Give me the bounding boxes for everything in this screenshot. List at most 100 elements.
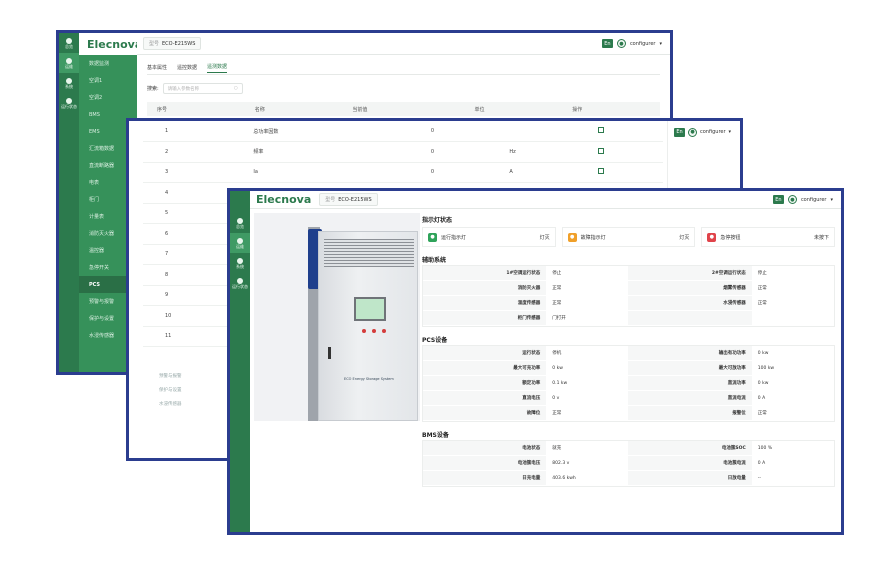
field-value: 0 A — [751, 456, 834, 470]
indicator-value: 未按下 — [814, 234, 830, 241]
status-field: 直流电流 0 A — [628, 391, 834, 406]
user-name[interactable]: configurer — [630, 41, 656, 47]
rail-item[interactable]: 运行状态 — [230, 273, 250, 293]
device-tab-name: ECO-E215WS — [162, 41, 196, 47]
user-name[interactable]: configurer — [801, 197, 827, 203]
cabinet-vent — [324, 239, 414, 267]
sidebar-item[interactable]: 空调2 — [79, 89, 137, 106]
row-action[interactable] — [575, 121, 663, 142]
cabinet-screen — [354, 297, 386, 321]
edit-icon[interactable] — [597, 147, 604, 154]
edit-icon[interactable] — [597, 127, 604, 133]
sidebar-item[interactable]: 保护与设置 — [129, 383, 229, 397]
status-field: 额定功率 0.1 kw — [423, 376, 629, 391]
overview-icon — [66, 37, 72, 44]
status-field — [628, 311, 834, 326]
device-tab-name: ECO-E215WS — [338, 197, 372, 203]
row-value: 0 — [408, 162, 488, 183]
field-value: 0 kw — [751, 376, 834, 390]
rail-item[interactable]: 系统 — [230, 253, 250, 273]
sidebar-item[interactable]: 预警与报警 — [129, 369, 229, 383]
tab[interactable]: 遥测数据 — [207, 63, 228, 73]
field-value: 0 kw — [546, 361, 629, 375]
status-field: 最大可充功率 0 kw — [423, 361, 629, 376]
field-value: 正常 — [546, 281, 629, 295]
brand-logo: Elecnova — [256, 193, 312, 206]
row-action[interactable] — [575, 141, 663, 163]
rail-item[interactable]: 运行状态 — [59, 93, 79, 113]
row-unit: Hz — [487, 141, 576, 163]
rail-item[interactable]: 总览 — [230, 213, 250, 233]
row-number: 3 — [143, 162, 232, 183]
user-area: En ● configurer ▾ — [601, 39, 670, 48]
language-button[interactable]: En — [674, 127, 685, 137]
chevron-down-icon[interactable]: ▾ — [830, 197, 833, 203]
field-label: 故障位 — [526, 411, 541, 416]
field-label: 柜门传感器 — [517, 316, 541, 321]
sidebar-item[interactable]: 水浸传感器 — [129, 397, 229, 411]
row-action[interactable] — [575, 162, 663, 183]
status-field: 直流电压 0 v — [423, 391, 629, 406]
table-row: 1 总功率因数 0 — [143, 121, 663, 142]
table-row: 3 Ia 0 A — [143, 162, 663, 183]
sidebar-item[interactable]: 数据监测 — [79, 55, 137, 72]
field-value: 802.3 v — [546, 456, 629, 470]
rail-item-label: 运行状态 — [232, 283, 248, 289]
user-name[interactable]: configurer — [700, 129, 726, 135]
field-value — [751, 311, 834, 325]
ops-icon — [66, 57, 72, 64]
user-icon[interactable]: ● — [688, 127, 697, 137]
user-icon[interactable]: ● — [616, 39, 626, 48]
field-value: 0 A — [751, 391, 834, 405]
fault-light-icon: ● — [567, 232, 577, 242]
search-input[interactable]: 请输入参数名称 ○ — [162, 83, 243, 94]
cabinet-handle — [328, 347, 331, 359]
device-status-window: 总览 运维 系统运行状态 Elecnova 型号 ECO-E215WS En ● co… — [227, 188, 844, 535]
status-field: 2#空调运行状态 停止 — [628, 266, 834, 281]
search-icon[interactable]: ○ — [234, 86, 238, 91]
status-field: 直流功率 0 kw — [628, 376, 834, 391]
status-field: 电池簇SOC 100 % — [628, 441, 834, 456]
device-tab[interactable]: 型号 ECO-E215WS — [319, 193, 378, 206]
field-label: 水浸传感器 — [723, 301, 746, 306]
row-name: 频率 — [231, 141, 409, 163]
row-value: 0 — [408, 121, 488, 142]
w2-sidebar-tail: 预警与报警 保护与设置 水浸传感器 — [129, 369, 229, 458]
indicator-label: 运行指示灯 — [441, 234, 467, 241]
chevron-down-icon[interactable]: ▾ — [659, 41, 662, 47]
row-number: 1 — [143, 121, 232, 142]
sidebar-item[interactable]: 空调1 — [79, 72, 137, 89]
indicator-value: 灯灭 — [539, 234, 550, 241]
field-value: 0 v — [546, 391, 629, 405]
field-value: 100 kw — [751, 361, 834, 375]
column-header: 当前值 — [342, 102, 465, 116]
field-label: 报警位 — [732, 411, 746, 416]
field-value: 0.1 kw — [546, 376, 629, 390]
rail-item[interactable]: 运维 — [59, 53, 79, 73]
system-icon — [237, 257, 243, 264]
user-icon[interactable]: ● — [787, 195, 797, 204]
rail-item[interactable]: 运维 — [230, 233, 250, 253]
ops-icon — [237, 237, 243, 244]
rail-item[interactable]: 总览 — [59, 33, 79, 53]
language-button[interactable]: En — [772, 195, 784, 204]
language-button[interactable]: En — [601, 39, 613, 48]
bms-section-title: BMS设备 — [422, 431, 449, 439]
tab[interactable]: 基本属性 — [147, 64, 167, 71]
tab[interactable]: 遥控数据 — [177, 64, 197, 71]
status-field: 柜门传感器 门打开 — [423, 311, 629, 326]
telemetry-table: 序号 名称 当前值 单位 操作 — [147, 102, 660, 116]
rail-item[interactable]: 系统 — [59, 73, 79, 93]
edit-icon[interactable] — [597, 168, 604, 175]
column-header: 单位 — [464, 102, 563, 116]
cabinet-red-button — [362, 329, 366, 333]
chevron-down-icon[interactable]: ▾ — [729, 129, 732, 135]
device-tab[interactable]: 型号 ECO-E215WS — [143, 37, 202, 50]
pcs-grid: 运行状态 停机 输出有功功率 0 kw 最大可充功率 0 kw 最大可放功率 100 kw 额定… — [422, 345, 835, 422]
field-value: 停止 — [751, 266, 834, 280]
device-tab-prefix: 型号 — [325, 197, 336, 203]
field-label: 电池簇电压 — [517, 461, 541, 466]
icon-rail: 总览 运维 系统运行状态 — [230, 191, 250, 532]
status-field: 温度传感器 正常 — [423, 296, 629, 311]
field-label: 最大可放功率 — [718, 366, 746, 371]
